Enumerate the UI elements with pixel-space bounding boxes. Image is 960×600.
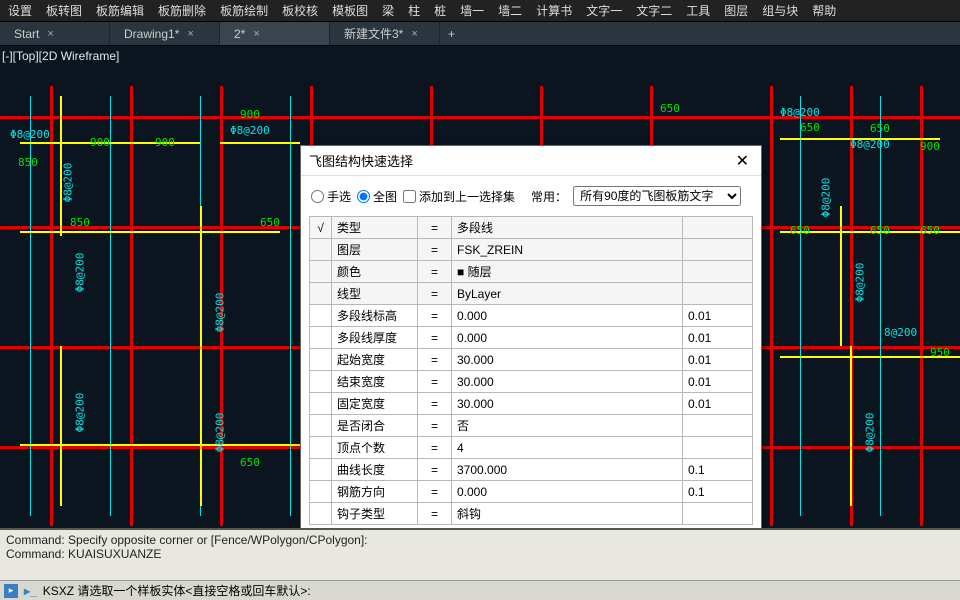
cad-annotation: 650 <box>240 456 260 469</box>
menu-组与块[interactable]: 组与块 <box>762 2 798 19</box>
cad-annotation: 850 <box>70 216 90 229</box>
cad-annotation: 900 <box>240 108 260 121</box>
menu-文字一[interactable]: 文字一 <box>586 2 622 19</box>
cad-annotation: Φ8@200 <box>213 413 226 453</box>
view-label: [-][Top][2D Wireframe] <box>2 49 119 63</box>
menu-桩[interactable]: 桩 <box>434 2 446 19</box>
menu-柱[interactable]: 柱 <box>408 2 420 19</box>
prop-row-图层[interactable]: 图层=FSK_ZREIN <box>310 239 753 261</box>
cad-annotation: 650 <box>800 121 820 134</box>
tab-新建文件3*[interactable]: 新建文件3*× <box>330 22 440 45</box>
tab-close-icon[interactable]: × <box>411 28 417 40</box>
command-input-bar[interactable]: ▸ ▸_ KSXZ 请选取一个样板实体<直接空格或回车默认>: <box>0 580 960 600</box>
menu-板筋绘制[interactable]: 板筋绘制 <box>220 2 268 19</box>
prop-row-钢筋方向[interactable]: 钢筋方向=0.0000.1 <box>310 481 753 503</box>
menu-墙一[interactable]: 墙一 <box>460 2 484 19</box>
tab-2*[interactable]: 2*× <box>220 22 330 45</box>
radio-manual[interactable]: 手选 <box>311 188 351 205</box>
prop-row-是否闭合[interactable]: 是否闭合=否 <box>310 415 753 437</box>
cad-annotation: 950 <box>930 346 950 359</box>
tab-close-icon[interactable]: × <box>187 28 193 40</box>
menu-模板图[interactable]: 模板图 <box>332 2 368 19</box>
prop-row-多段线标高[interactable]: 多段线标高=0.0000.01 <box>310 305 753 327</box>
property-table: √类型=多段线图层=FSK_ZREIN颜色=■ 随层线型=ByLayer多段线标… <box>309 216 753 525</box>
cad-annotation: Φ8@200 <box>61 163 74 203</box>
menu-文字二[interactable]: 文字二 <box>636 2 672 19</box>
cad-annotation: Φ8@200 <box>780 106 820 119</box>
cad-annotation: 900 <box>920 140 940 153</box>
prop-row-类型[interactable]: √类型=多段线 <box>310 217 753 239</box>
prop-row-钩子类型[interactable]: 钩子类型=斜钩 <box>310 503 753 525</box>
command-history: Command: Specify opposite corner or [Fen… <box>0 528 960 580</box>
cad-annotation: Φ8@200 <box>10 128 50 141</box>
quick-select-dialog: 飞图结构快速选择 ✕ 手选 全图 添加到上一选择集 常用： 所有90度的飞图板筋… <box>300 145 762 536</box>
cad-annotation: 650 <box>260 216 280 229</box>
cad-annotation: 650 <box>870 224 890 237</box>
menu-设置[interactable]: 设置 <box>8 2 32 19</box>
command-line-1: Command: Specify opposite corner or [Fen… <box>6 533 954 547</box>
menu-帮助[interactable]: 帮助 <box>812 2 836 19</box>
tab-close-icon[interactable]: × <box>47 28 53 40</box>
command-prompt: KSXZ 请选取一个样板实体<直接空格或回车默认>: <box>43 582 311 599</box>
dialog-title-text: 飞图结构快速选择 <box>309 151 413 170</box>
dialog-options-row: 手选 全图 添加到上一选择集 常用： 所有90度的飞图板筋文字 <box>301 176 761 216</box>
menu-墙二[interactable]: 墙二 <box>498 2 522 19</box>
cad-annotation: Φ8@200 <box>863 413 876 453</box>
chevron-icon: ▸_ <box>24 584 37 598</box>
prop-row-曲线长度[interactable]: 曲线长度=3700.0000.1 <box>310 459 753 481</box>
cad-annotation: 8@200 <box>884 326 917 339</box>
cad-annotation: Φ8@200 <box>73 253 86 293</box>
prop-row-线型[interactable]: 线型=ByLayer <box>310 283 753 305</box>
tab-add-button[interactable]: + <box>440 22 463 45</box>
cad-annotation: Φ8@200 <box>213 293 226 333</box>
cad-annotation: 650 <box>790 224 810 237</box>
menu-图层[interactable]: 图层 <box>724 2 748 19</box>
menu-板转图[interactable]: 板转图 <box>46 2 82 19</box>
menu-计算书[interactable]: 计算书 <box>536 2 572 19</box>
document-tabs: Start×Drawing1*×2*×新建文件3*×+ <box>0 22 960 46</box>
command-icon: ▸ <box>4 584 18 598</box>
command-line-2: Command: KUAISUXUANZE <box>6 547 954 561</box>
cad-annotation: Φ8@200 <box>73 393 86 433</box>
tab-close-icon[interactable]: × <box>253 28 259 40</box>
common-select[interactable]: 所有90度的飞图板筋文字 <box>573 186 741 206</box>
menu-板筋编辑[interactable]: 板筋编辑 <box>96 2 144 19</box>
prop-row-颜色[interactable]: 颜色=■ 随层 <box>310 261 753 283</box>
menu-bar: 设置板转图板筋编辑板筋删除板筋绘制板校核模板图梁柱桩墙一墙二计算书文字一文字二工… <box>0 0 960 22</box>
cad-annotation: Φ8@200 <box>853 263 866 303</box>
prop-row-起始宽度[interactable]: 起始宽度=30.0000.01 <box>310 349 753 371</box>
cad-annotation: Φ8@200 <box>819 178 832 218</box>
check-append[interactable]: 添加到上一选择集 <box>403 188 515 205</box>
common-label: 常用： <box>531 188 567 205</box>
cad-annotation: Φ8@200 <box>230 124 270 137</box>
tab-Drawing1*[interactable]: Drawing1*× <box>110 22 220 45</box>
menu-板筋删除[interactable]: 板筋删除 <box>158 2 206 19</box>
cad-annotation: 650 <box>660 102 680 115</box>
menu-板校核[interactable]: 板校核 <box>282 2 318 19</box>
cad-annotation: 650 <box>920 224 940 237</box>
menu-梁[interactable]: 梁 <box>382 2 394 19</box>
cad-annotation: 650 <box>870 122 890 135</box>
menu-工具[interactable]: 工具 <box>686 2 710 19</box>
tab-Start[interactable]: Start× <box>0 22 110 45</box>
cad-annotation: Φ8@200 <box>850 138 890 151</box>
prop-row-固定宽度[interactable]: 固定宽度=30.0000.01 <box>310 393 753 415</box>
dialog-titlebar[interactable]: 飞图结构快速选择 ✕ <box>301 146 761 176</box>
radio-all[interactable]: 全图 <box>357 188 397 205</box>
close-icon[interactable]: ✕ <box>732 151 753 171</box>
cad-annotation: 900 <box>155 136 175 149</box>
drawing-canvas[interactable]: [-][Top][2D Wireframe] Φ8@200 850 Φ8@200 90… <box>0 46 960 536</box>
cad-annotation: 900 <box>90 136 110 149</box>
prop-row-顶点个数[interactable]: 顶点个数=4 <box>310 437 753 459</box>
prop-row-多段线厚度[interactable]: 多段线厚度=0.0000.01 <box>310 327 753 349</box>
cad-annotation: 850 <box>18 156 38 169</box>
prop-row-结束宽度[interactable]: 结束宽度=30.0000.01 <box>310 371 753 393</box>
